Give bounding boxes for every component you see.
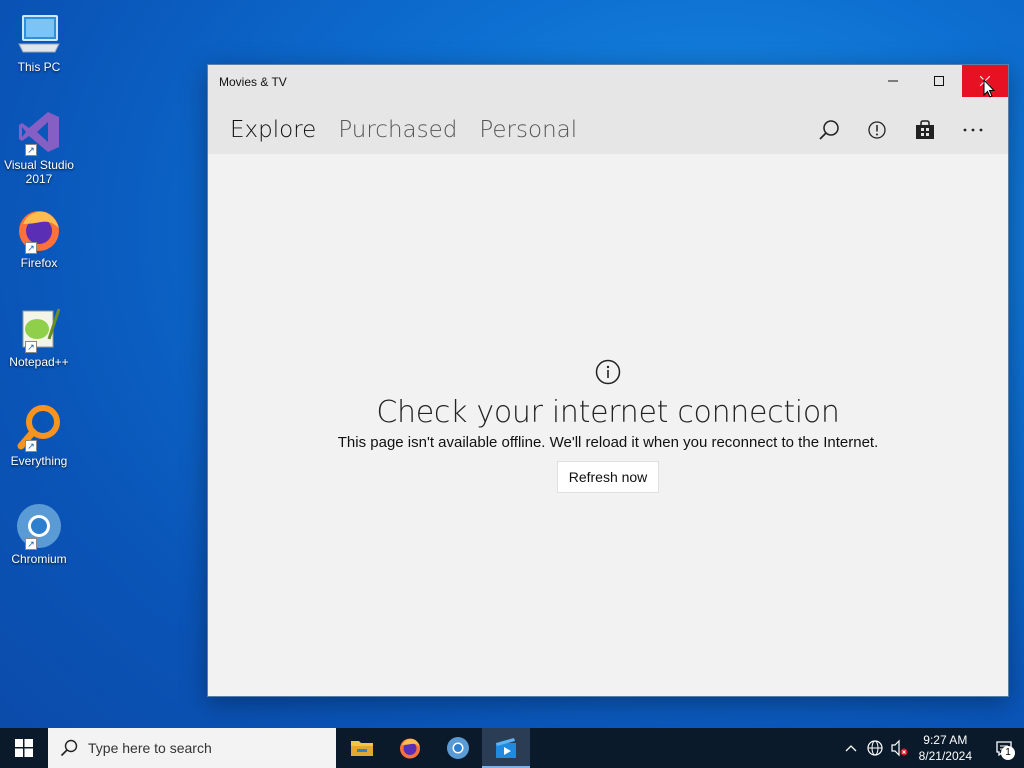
desktop-icon-label: Notepad++ xyxy=(9,355,69,369)
desktop-icon-visual-studio[interactable]: ↗ Visual Studio 2017 xyxy=(2,108,76,186)
window-title: Movies & TV xyxy=(219,75,287,89)
desktop-icon-label: Visual Studio 2017 xyxy=(4,158,74,186)
desktop-icon-everything[interactable]: ↗ Everything xyxy=(2,404,76,468)
taskbar-chromium[interactable] xyxy=(434,728,482,768)
offline-heading: Check your internet connection xyxy=(376,395,840,430)
taskbar-firefox[interactable] xyxy=(386,728,434,768)
taskbar-clock[interactable]: 9:27 AM 8/21/2024 xyxy=(919,732,972,764)
refresh-now-button[interactable]: Refresh now xyxy=(556,461,660,493)
firefox-icon xyxy=(400,738,420,759)
chevron-up-icon xyxy=(845,745,857,752)
tab-purchased[interactable]: Purchased xyxy=(338,117,457,157)
desktop-icon-firefox[interactable]: ↗ Firefox xyxy=(2,206,76,270)
volume-muted-icon xyxy=(891,739,908,757)
movies-tv-window: Movies & TV Explore Purchased Personal C… xyxy=(207,64,1009,697)
offline-description: This page isn't available offline. We'll… xyxy=(337,434,879,451)
app-navbar: Explore Purchased Personal xyxy=(208,99,1008,159)
search-icon xyxy=(60,739,78,757)
alert-icon[interactable] xyxy=(864,117,890,143)
offline-message: Check your internet connection This page… xyxy=(208,359,1008,493)
system-tray: 9:27 AM 8/21/2024 1 xyxy=(839,728,1024,768)
maximize-button[interactable] xyxy=(916,65,962,97)
volume-button[interactable] xyxy=(887,728,911,768)
network-globe-icon xyxy=(867,740,883,756)
shortcut-arrow-icon: ↗ xyxy=(25,144,37,156)
notification-count-badge: 1 xyxy=(1001,746,1015,760)
nav-actions xyxy=(816,117,986,143)
taskbar-movies-tv[interactable] xyxy=(482,728,530,768)
visual-studio-icon: ↗ xyxy=(15,108,63,156)
windows-logo-icon xyxy=(15,739,33,757)
minimize-icon xyxy=(888,80,898,82)
search-placeholder: Type here to search xyxy=(88,740,212,756)
computer-icon xyxy=(15,10,63,58)
shortcut-arrow-icon: ↗ xyxy=(25,440,37,452)
network-button[interactable] xyxy=(863,728,887,768)
desktop-icon-label: Everything xyxy=(10,454,68,468)
desktop-icon-label: This PC xyxy=(17,60,61,74)
desktop-icon-this-pc[interactable]: This PC xyxy=(2,10,76,74)
taskbar-apps xyxy=(338,728,530,768)
notepadpp-icon: ↗ xyxy=(15,305,63,353)
minimize-button[interactable] xyxy=(870,65,916,97)
desktop-icon-chromium[interactable]: ↗ Chromium xyxy=(2,502,76,566)
store-bag-icon[interactable] xyxy=(912,117,938,143)
info-icon xyxy=(595,359,621,385)
taskbar-search-box[interactable]: Type here to search xyxy=(48,728,336,768)
chromium-icon xyxy=(447,737,469,759)
movies-tv-icon xyxy=(496,738,516,758)
tab-explore[interactable]: Explore xyxy=(230,117,317,159)
desktop-icon-notepadpp[interactable]: ↗ Notepad++ xyxy=(2,305,76,369)
shortcut-arrow-icon: ↗ xyxy=(25,341,37,353)
tab-list: Explore Purchased Personal xyxy=(230,117,577,159)
search-icon[interactable] xyxy=(816,117,842,143)
clock-time: 9:27 AM xyxy=(923,733,968,747)
clock-date: 8/21/2024 xyxy=(918,749,972,763)
file-explorer-icon xyxy=(351,741,373,756)
tab-personal[interactable]: Personal xyxy=(479,117,577,157)
action-center-button[interactable]: 1 xyxy=(984,728,1024,768)
shortcut-arrow-icon: ↗ xyxy=(25,538,37,550)
maximize-icon xyxy=(934,76,944,86)
taskbar-file-explorer[interactable] xyxy=(338,728,386,768)
shortcut-arrow-icon: ↗ xyxy=(25,242,37,254)
firefox-icon: ↗ xyxy=(15,206,63,254)
mouse-cursor-icon xyxy=(983,79,995,98)
desktop-icon-label: Firefox xyxy=(20,256,58,270)
chromium-icon: ↗ xyxy=(15,502,63,550)
start-button[interactable] xyxy=(0,728,48,768)
show-hidden-icons-button[interactable] xyxy=(839,728,863,768)
desktop-icon-label: Chromium xyxy=(11,552,67,566)
everything-search-icon: ↗ xyxy=(15,404,63,452)
taskbar: Type here to search 9:27 AM 8/21/2024 1 xyxy=(0,728,1024,768)
content-area: Check your internet connection This page… xyxy=(208,154,1008,696)
window-titlebar[interactable]: Movies & TV xyxy=(208,65,1008,99)
more-icon[interactable] xyxy=(960,117,986,143)
